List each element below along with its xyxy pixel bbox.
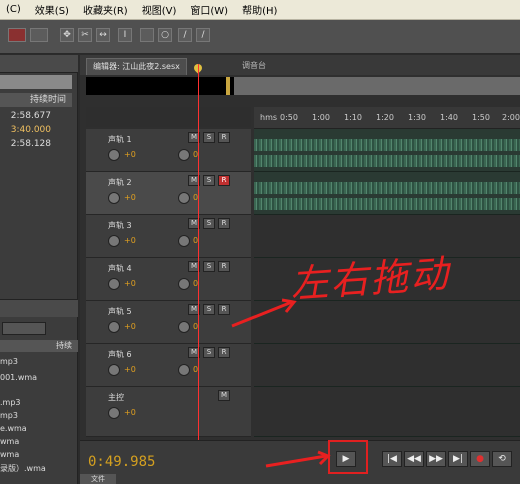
annotation-arrows xyxy=(231,298,331,468)
